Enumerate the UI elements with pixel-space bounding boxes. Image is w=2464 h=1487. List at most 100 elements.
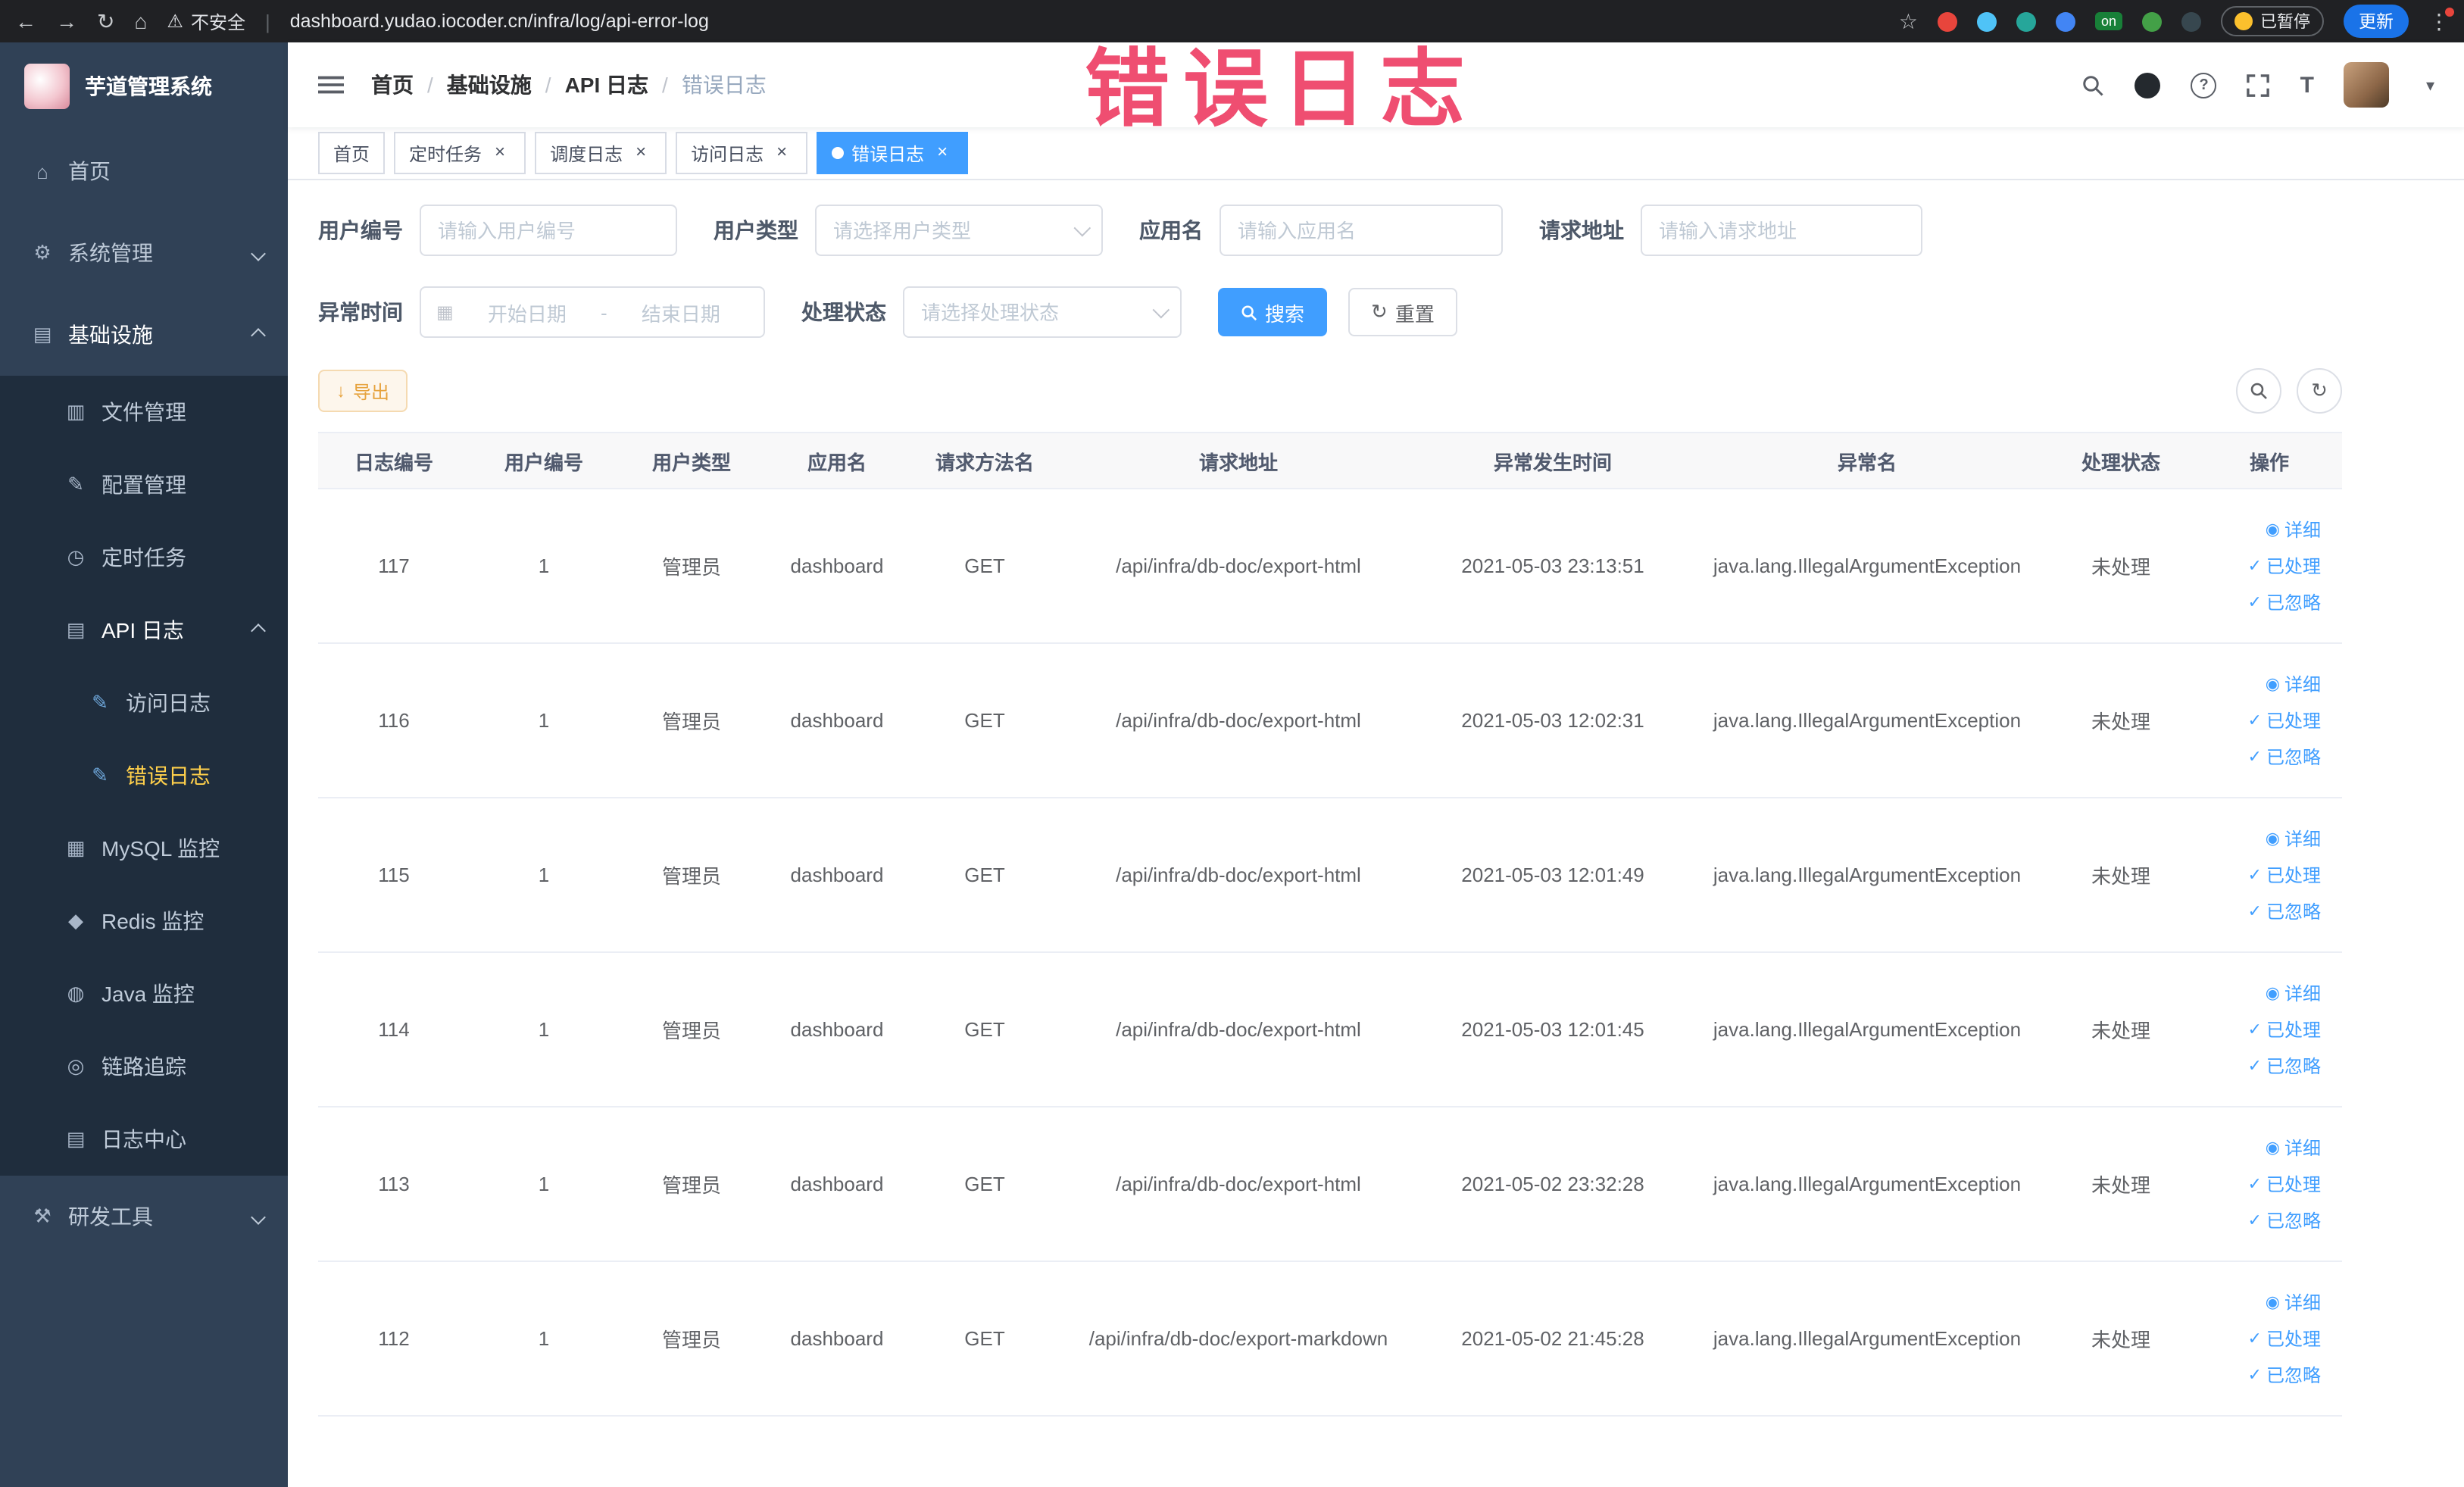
sidebar-item-mysql-monitor[interactable]: ▦ MySQL 监控 <box>0 812 288 885</box>
detail-link[interactable]: ◉ 详细 <box>2266 980 2321 1006</box>
user-type-select[interactable] <box>815 205 1103 256</box>
github-icon[interactable] <box>2135 72 2161 98</box>
refresh-table-button[interactable]: ↻ <box>2297 368 2342 414</box>
cell-actions: ◉ 详细 ✓ 已处理 ✓ 已忽略 <box>2197 980 2342 1079</box>
user-id-input[interactable] <box>420 205 677 256</box>
update-button[interactable]: 更新 <box>2344 5 2409 38</box>
tab-scheduled-jobs[interactable]: 定时任务 × <box>394 132 526 174</box>
sidebar-item-home[interactable]: ⌂ 首页 <box>0 130 288 212</box>
sidebar-item-link-trace[interactable]: ◎ 链路追踪 <box>0 1030 288 1103</box>
forward-icon[interactable]: → <box>56 11 77 32</box>
extension-icon-2[interactable] <box>1976 11 1997 31</box>
cell-log-id: 116 <box>378 709 410 732</box>
col-exception-name: 异常名 <box>1837 451 1897 473</box>
filter-process-status: 处理状态 <box>801 286 1182 338</box>
sidebar-item-scheduled-jobs[interactable]: ◷ 定时任务 <box>0 521 288 594</box>
help-icon[interactable]: ? <box>2191 72 2217 98</box>
sidebar-item-file-manage[interactable]: ▥ 文件管理 <box>0 376 288 448</box>
processed-link[interactable]: ✓ 已处理 <box>2248 1017 2321 1042</box>
table-row: 117 1 管理员 dashboard GET /api/infra/db-do… <box>318 489 2342 644</box>
address-bar[interactable]: dashboard.yudao.iocoder.cn/infra/log/api… <box>290 11 1879 32</box>
sidebar-item-api-log[interactable]: ▤ API 日志 <box>0 594 288 667</box>
tab-home[interactable]: 首页 <box>318 132 386 174</box>
table-row: 116 1 管理员 dashboard GET /api/infra/db-do… <box>318 644 2342 798</box>
processed-link[interactable]: ✓ 已处理 <box>2248 862 2321 888</box>
security-indicator[interactable]: ⚠ 不安全 <box>167 8 245 34</box>
reload-icon[interactable]: ↻ <box>97 11 114 32</box>
ignored-link[interactable]: ✓ 已忽略 <box>2248 1362 2321 1388</box>
cell-user-type: 管理员 <box>661 865 721 888</box>
request-url-input[interactable] <box>1641 205 1922 256</box>
tab-close-icon[interactable]: × <box>489 142 511 164</box>
ignored-link[interactable]: ✓ 已忽略 <box>2248 589 2321 615</box>
hamburger-icon[interactable] <box>318 74 344 95</box>
cell-user-type: 管理员 <box>661 711 721 733</box>
ignored-link[interactable]: ✓ 已忽略 <box>2248 898 2321 924</box>
calendar-icon: ▦ <box>436 301 454 323</box>
back-icon[interactable]: ← <box>15 11 36 32</box>
eye-icon: ◉ <box>2265 676 2280 694</box>
sidebar-item-error-log[interactable]: ✎ 错误日志 <box>0 739 288 812</box>
search-icon[interactable] <box>2082 73 2105 96</box>
processed-link[interactable]: ✓ 已处理 <box>2248 553 2321 579</box>
paused-badge[interactable]: 已暂停 <box>2221 6 2324 36</box>
breadcrumb-infra[interactable]: 基础设施 <box>447 70 532 100</box>
breadcrumb-home[interactable]: 首页 <box>371 70 414 100</box>
detail-link[interactable]: ◉ 详细 <box>2266 826 2321 851</box>
cell-user-type: 管理员 <box>661 1020 721 1042</box>
cell-user-type: 管理员 <box>661 1329 721 1351</box>
gear-icon: ⚙ <box>33 241 52 264</box>
app-logo[interactable]: 芋道管理系统 <box>0 42 288 130</box>
extension-on-badge[interactable]: on <box>2094 12 2122 30</box>
tab-schedule-log[interactable]: 调度日志 × <box>535 132 667 174</box>
tab-close-icon[interactable]: × <box>932 142 953 164</box>
search-button[interactable]: 搜索 <box>1218 288 1328 336</box>
tab-error-log[interactable]: 错误日志 × <box>817 132 969 174</box>
extension-icon-6[interactable] <box>2181 11 2201 31</box>
tab-close-icon[interactable]: × <box>771 142 792 164</box>
reset-button[interactable]: ↻ 重置 <box>1348 288 1457 336</box>
fullscreen-icon[interactable] <box>2247 73 2270 96</box>
date-range-picker[interactable]: ▦ 开始日期 - 结束日期 <box>420 286 765 338</box>
cell-method: GET <box>964 1018 1005 1041</box>
bookmark-star-icon[interactable]: ☆ <box>1899 11 1918 32</box>
sidebar-item-log-center[interactable]: ▤ 日志中心 <box>0 1103 288 1176</box>
processed-link[interactable]: ✓ 已处理 <box>2248 708 2321 733</box>
ignored-link[interactable]: ✓ 已忽略 <box>2248 744 2321 770</box>
extension-icon-5[interactable] <box>2142 11 2162 31</box>
avatar[interactable] <box>2344 62 2390 108</box>
processed-link[interactable]: ✓ 已处理 <box>2248 1326 2321 1351</box>
browser-home-icon[interactable]: ⌂ <box>134 11 147 32</box>
extension-icon-3[interactable] <box>2016 11 2036 31</box>
extension-icon-1[interactable] <box>1937 11 1957 31</box>
sidebar-item-access-log[interactable]: ✎ 访问日志 <box>0 667 288 739</box>
detail-link[interactable]: ◉ 详细 <box>2266 517 2321 542</box>
sidebar-item-redis-monitor[interactable]: ◆ Redis 监控 <box>0 885 288 957</box>
browser-menu-button[interactable]: ⋮ <box>2428 7 2454 33</box>
extension-icon-4[interactable] <box>2055 11 2075 31</box>
process-status-select[interactable] <box>903 286 1182 338</box>
tab-access-log[interactable]: 访问日志 × <box>676 132 808 174</box>
tab-close-icon[interactable]: × <box>630 142 651 164</box>
app-name-input[interactable] <box>1220 205 1503 256</box>
cell-process-status: 未处理 <box>2091 1020 2150 1042</box>
sidebar-item-config-manage[interactable]: ✎ 配置管理 <box>0 448 288 521</box>
font-size-icon[interactable]: T <box>2300 72 2314 98</box>
avatar-caret-icon[interactable]: ▾ <box>2426 75 2434 95</box>
detail-link[interactable]: ◉ 详细 <box>2266 671 2321 697</box>
detail-link[interactable]: ◉ 详细 <box>2266 1135 2321 1161</box>
breadcrumb-separator: / <box>662 73 668 97</box>
processed-link[interactable]: ✓ 已处理 <box>2248 1171 2321 1197</box>
sidebar-item-infra[interactable]: ▤ 基础设施 <box>0 294 288 376</box>
sidebar-item-system[interactable]: ⚙ 系统管理 <box>0 212 288 294</box>
sidebar-item-java-monitor[interactable]: ◍ Java 监控 <box>0 957 288 1030</box>
ignored-link[interactable]: ✓ 已忽略 <box>2248 1053 2321 1079</box>
detail-link[interactable]: ◉ 详细 <box>2266 1289 2321 1315</box>
download-icon: ↓ <box>336 380 345 401</box>
cell-process-status: 未处理 <box>2091 1174 2150 1197</box>
breadcrumb-api-log[interactable]: API 日志 <box>565 70 648 100</box>
sidebar-item-dev-tools[interactable]: ⚒ 研发工具 <box>0 1176 288 1257</box>
export-button[interactable]: ↓ 导出 <box>318 370 408 412</box>
toggle-search-button[interactable] <box>2236 368 2281 414</box>
ignored-link[interactable]: ✓ 已忽略 <box>2248 1207 2321 1233</box>
